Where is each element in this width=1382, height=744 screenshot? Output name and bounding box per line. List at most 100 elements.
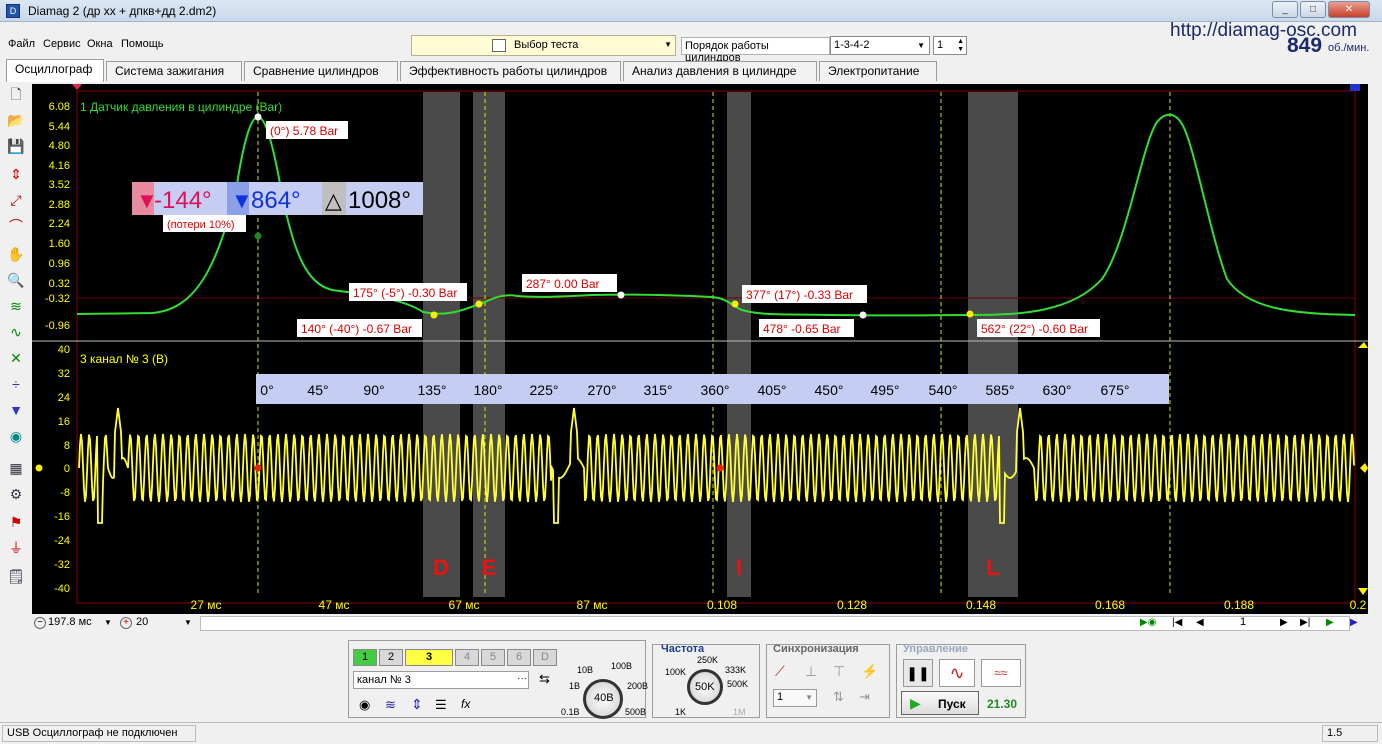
tab-power-supply[interactable]: Электропитание	[819, 61, 937, 81]
knob-label: 1K	[675, 707, 687, 717]
center-trigger-icon[interactable]: ⇥	[859, 689, 870, 705]
next-page-icon[interactable]: ▶	[1280, 617, 1288, 628]
timebase-value[interactable]: 197.8 мс	[48, 616, 92, 628]
filter-icon[interactable]: ≋	[6, 296, 26, 316]
marker-point[interactable]	[475, 300, 483, 308]
marker-point[interactable]	[254, 232, 262, 240]
marker-point[interactable]	[254, 464, 262, 472]
auto-settings-icon[interactable]: ⚙	[6, 484, 26, 504]
chevron-down-icon[interactable]: ▼	[104, 618, 112, 627]
menu-service[interactable]: Сервис	[43, 38, 81, 50]
minimize-button[interactable]: _	[1272, 1, 1298, 18]
tab-cylinder-efficiency[interactable]: Эффективность работы цилиндров	[400, 61, 621, 81]
frequency-knob[interactable]: 50K	[687, 669, 723, 705]
scroll-left-icon[interactable]: ▶◉	[1140, 617, 1156, 628]
zoom-out-icon[interactable]: −	[34, 617, 46, 629]
menu-windows[interactable]: Окна	[87, 38, 113, 50]
new-file-icon[interactable]: 🗋	[6, 84, 26, 104]
marker-icon[interactable]: ▼	[6, 400, 26, 420]
zoom-value[interactable]: 20	[136, 616, 148, 628]
more-icon[interactable]: ···	[517, 673, 527, 684]
channel-button-4[interactable]: 4	[455, 649, 479, 666]
level-handle-icon[interactable]	[1360, 463, 1368, 473]
pause-icon[interactable]: ❚❚	[903, 659, 933, 687]
save-disk-icon[interactable]: 💾	[6, 136, 26, 156]
auto-scale-icon[interactable]: ⇕	[6, 164, 26, 184]
marker-point[interactable]	[966, 310, 974, 318]
hand-pan-icon[interactable]: ✋	[6, 244, 26, 264]
zoom-icon[interactable]: 🔍	[6, 270, 26, 290]
prev-page-icon[interactable]: ◀	[1196, 617, 1204, 628]
auto-trigger-icon[interactable]: ⚡	[861, 663, 878, 680]
menu-help[interactable]: Помощь	[121, 38, 164, 50]
trigger-a-icon[interactable]	[72, 84, 82, 90]
trigger-b-icon[interactable]	[1350, 84, 1360, 91]
close-button[interactable]: ✕	[1328, 1, 1370, 18]
sync-channel-select[interactable]: 1 ▼	[773, 689, 817, 707]
cursor-readout[interactable]: ▼ ▼ -144° 864° △ 1008°	[132, 182, 423, 215]
start-button[interactable]: ▶ Пуск	[901, 691, 979, 715]
lines-icon[interactable]: ☰	[435, 697, 447, 713]
function-icon[interactable]: fx	[461, 697, 470, 711]
first-page-icon[interactable]: |◀	[1172, 617, 1182, 628]
marker-point[interactable]	[731, 300, 739, 308]
pulse-down-icon[interactable]: ⊤	[833, 663, 845, 680]
tab-ignition[interactable]: Система зажигания	[106, 61, 242, 81]
sync-icon[interactable]: ⌒	[6, 216, 26, 236]
center-icon[interactable]: ÷	[6, 374, 26, 394]
tab-oscilloscope[interactable]: Осциллограф	[6, 59, 104, 82]
tab-cylinder-compare[interactable]: Сравнение цилиндров	[244, 61, 398, 81]
marker-point[interactable]	[716, 464, 724, 472]
marker-point[interactable]	[254, 113, 262, 121]
firing-order-select[interactable]: 1-3-4-2 ▼	[830, 36, 930, 55]
play-icon[interactable]: ▶	[1326, 617, 1334, 628]
play-fast-icon[interactable]: ▶	[1350, 617, 1358, 628]
offset-handle[interactable]	[35, 464, 43, 472]
flag-icon[interactable]: ⚑	[6, 512, 26, 532]
y-tick: -8	[60, 487, 70, 499]
voltage-knob[interactable]: 40В	[583, 679, 623, 719]
channel-button-2[interactable]: 2	[379, 649, 403, 666]
zero-icon[interactable]: ⏚	[6, 538, 26, 558]
chevron-down-icon[interactable]: ▼	[184, 618, 192, 627]
last-page-icon[interactable]: ▶|	[1300, 617, 1310, 628]
cylinder-icon[interactable]: ◉	[6, 426, 26, 446]
channel-button-6[interactable]: 6	[507, 649, 531, 666]
channel-settings-icon[interactable]: ⇆	[539, 671, 550, 687]
level-icon[interactable]: ⇅	[833, 689, 844, 705]
oscilloscope-display[interactable]: 6.08 5.44 4.80 4.16 3.52 2.88 2.24 1.60 …	[32, 84, 1368, 614]
marker-point[interactable]	[430, 311, 438, 319]
invert-icon[interactable]: ≋	[385, 697, 396, 713]
maximize-button[interactable]: □	[1300, 1, 1326, 18]
marker-point[interactable]	[859, 311, 867, 319]
channel-name-input[interactable]: канал № 3	[353, 671, 529, 689]
channel-button-3[interactable]: 3	[405, 649, 453, 666]
channel-button-1[interactable]: 1	[353, 649, 377, 666]
open-folder-icon[interactable]: 📂	[6, 110, 26, 130]
zoom-in-icon[interactable]: +	[120, 617, 132, 629]
cursor-measure-icon[interactable]: ⤢	[6, 190, 26, 210]
channel-button-5[interactable]: 5	[481, 649, 505, 666]
test-select[interactable]: Выбор теста ▼	[411, 35, 676, 56]
channel-button-d[interactable]: D	[533, 649, 557, 666]
scroll-up-icon[interactable]	[1358, 342, 1368, 348]
menu-file[interactable]: Файл	[8, 38, 35, 50]
sine-wave-icon[interactable]: ∿	[939, 659, 975, 687]
cylinder-stepper[interactable]: 1 ▲ ▼	[933, 36, 967, 55]
scale-icon[interactable]: ⇕	[411, 696, 423, 713]
page-number[interactable]: 1	[1240, 616, 1246, 628]
spin-icon[interactable]: ▲ ▼	[957, 38, 964, 54]
table-icon[interactable]: ▦	[6, 458, 26, 478]
rising-edge-icon[interactable]: ⟋	[775, 663, 785, 680]
math-icon[interactable]: ∿	[6, 322, 26, 342]
marker-point[interactable]	[617, 291, 625, 299]
tab-pressure-analysis[interactable]: Анализ давления в цилиндре	[623, 61, 817, 81]
scroll-down-icon[interactable]	[1358, 588, 1368, 595]
eye-icon[interactable]: ◉	[359, 697, 370, 713]
pulse-up-icon[interactable]: ⊥	[805, 663, 817, 680]
x-tick: 67 мс	[449, 598, 480, 612]
split-icon[interactable]: ✕	[6, 348, 26, 368]
notes-icon[interactable]: 🗒	[6, 566, 26, 586]
multi-wave-icon[interactable]: ≈≈	[981, 659, 1021, 687]
frequency-knob-value: 50K	[695, 681, 715, 693]
